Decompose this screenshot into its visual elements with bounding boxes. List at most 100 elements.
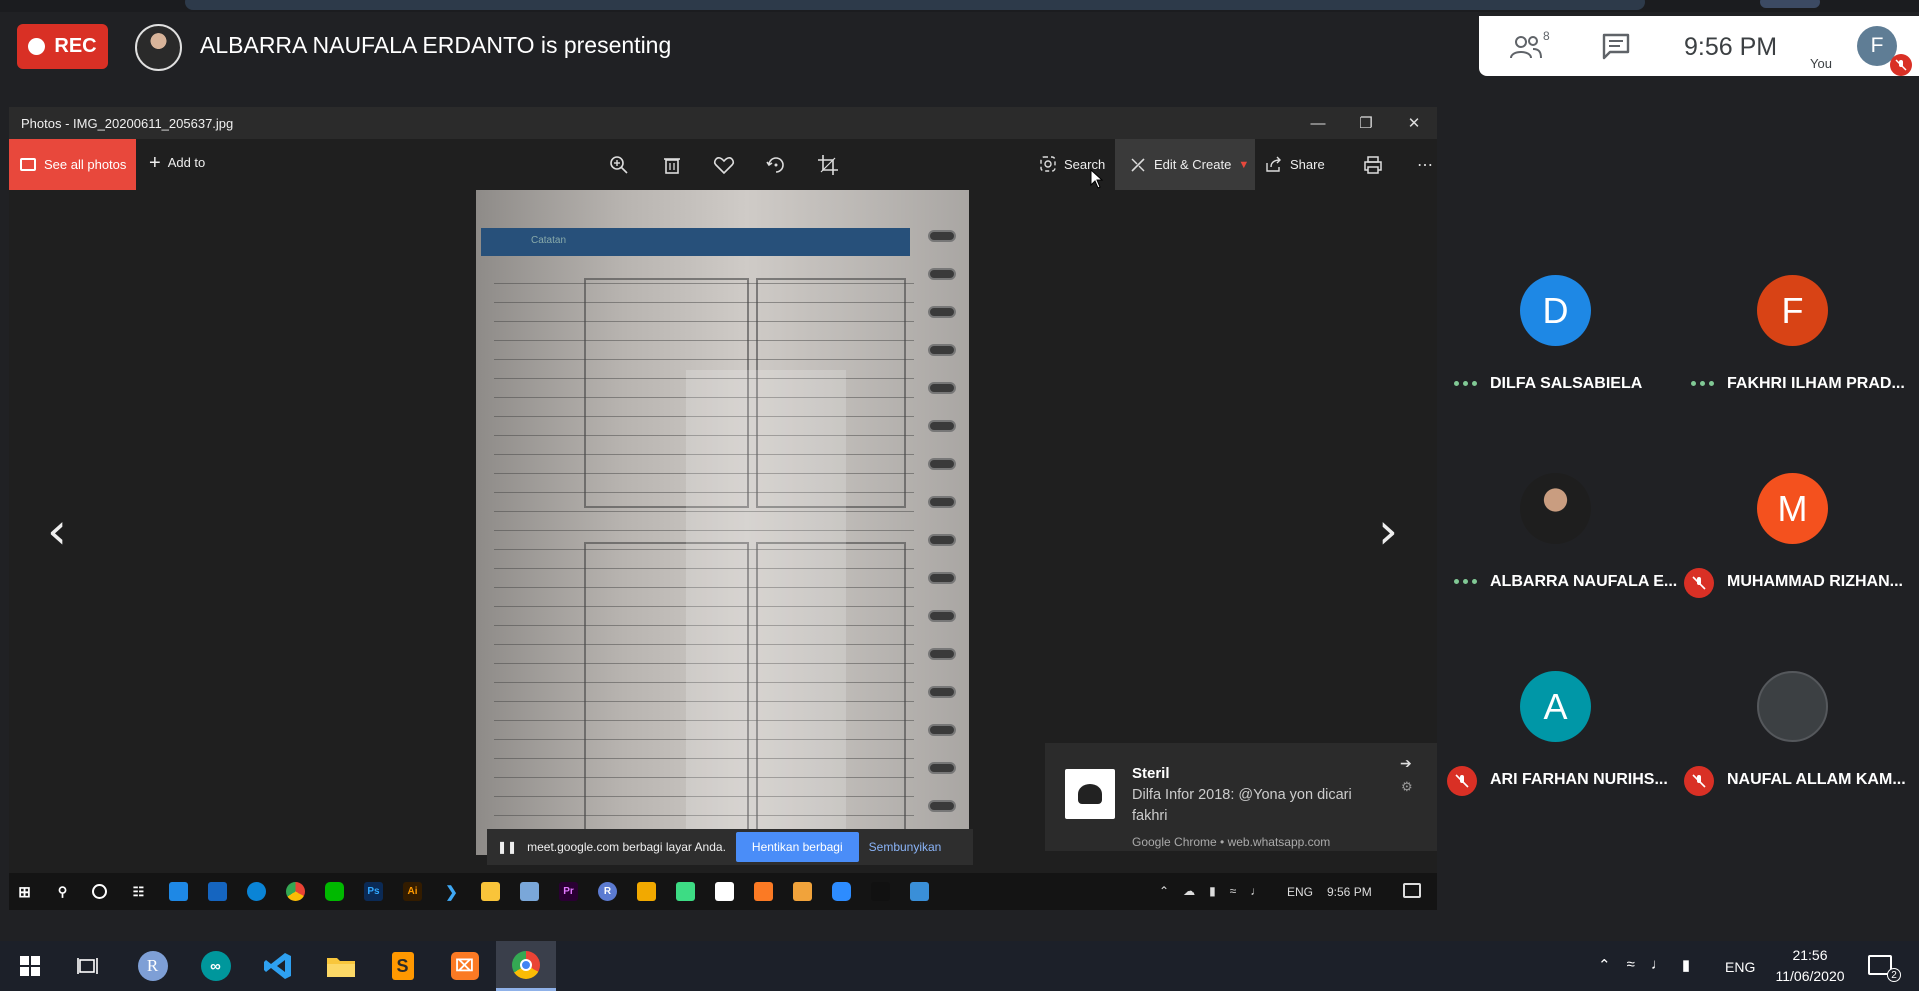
unity-app-icon[interactable] — [715, 882, 734, 901]
battery-icon[interactable]: ▮ — [1682, 956, 1690, 974]
illustrator-app-icon[interactable]: Ai — [403, 882, 422, 901]
minimize-icon[interactable]: — — [1298, 111, 1338, 135]
edge-app-icon[interactable] — [247, 882, 266, 901]
edit-icon — [1131, 157, 1145, 172]
windows-taskbar: R ∞ S ⌧ ⌃ ≈ ♩ ▮ ENG 21:56 11/06/2020 2 — [0, 941, 1919, 991]
windows-start-icon[interactable]: ⊞ — [15, 882, 34, 901]
participant-count: 8 — [1543, 29, 1550, 43]
r-app-button[interactable]: R — [125, 941, 180, 991]
mail-app-icon[interactable] — [169, 882, 188, 901]
sublime-app-button[interactable]: S — [375, 941, 430, 991]
notification-count-badge: 2 — [1887, 968, 1901, 982]
wifi-icon[interactable]: ≈ — [1627, 956, 1635, 974]
mic-off-icon — [1684, 568, 1714, 598]
cortana-icon[interactable] — [92, 884, 107, 899]
print-icon[interactable] — [1361, 153, 1385, 177]
zoom-app-icon[interactable] — [832, 882, 851, 901]
wifi-icon[interactable]: ≈ — [1230, 884, 1237, 898]
people-icon[interactable] — [1509, 34, 1543, 60]
sublime-logo-icon: S — [391, 952, 414, 980]
zoom-icon[interactable] — [607, 153, 631, 177]
crop-icon[interactable] — [816, 153, 840, 177]
more-options-icon[interactable]: ⋯ — [1413, 153, 1437, 177]
participant-tile[interactable]: F FAKHRI ILHAM PRAD... — [1676, 212, 1913, 410]
participant-tile[interactable]: NAUFAL ALLAM KAM... — [1676, 608, 1913, 806]
previous-photo-icon[interactable]: ‹ — [47, 502, 67, 560]
chat-icon[interactable] — [1601, 32, 1631, 60]
participant-initial: A — [1543, 685, 1568, 727]
language-indicator[interactable]: ENG — [1725, 959, 1755, 975]
line-app-icon[interactable] — [325, 882, 344, 901]
participant-name: MUHAMMAD RIZHAN... — [1727, 573, 1903, 590]
android-studio-icon[interactable] — [676, 882, 695, 901]
r-logo-icon: R — [137, 951, 168, 981]
volume-icon[interactable]: ♩ — [1250, 884, 1262, 898]
next-photo-icon[interactable]: › — [1378, 502, 1398, 560]
rotate-icon[interactable] — [764, 153, 788, 177]
rec-label: REC — [54, 35, 97, 57]
photos-app-icon[interactable] — [910, 882, 929, 901]
share-button[interactable]: Share — [1265, 155, 1325, 173]
tray-chevron-up-icon[interactable]: ⌃ — [1598, 956, 1611, 974]
stop-sharing-button[interactable]: Hentikan berbagi — [735, 832, 859, 862]
see-all-photos-button[interactable]: See all photos — [9, 139, 136, 190]
you-label: You — [1810, 56, 1832, 71]
gear-icon[interactable]: ⚙ — [1401, 779, 1413, 795]
inner-language[interactable]: ENG — [1287, 885, 1313, 899]
terminal-app-icon[interactable] — [871, 882, 890, 901]
delete-icon[interactable] — [660, 153, 684, 177]
vscode-app-icon[interactable]: ❯ — [442, 882, 461, 901]
speaking-indicator-icon — [1454, 579, 1477, 584]
task-view-icon[interactable]: ☷ — [129, 882, 148, 901]
inner-notification-icon[interactable] — [1403, 883, 1421, 898]
participant-avatar: M — [1757, 473, 1828, 544]
xampp-app-button[interactable]: ⌧ — [437, 941, 492, 991]
chrome-app-icon[interactable] — [286, 882, 305, 901]
record-dot-icon — [28, 38, 46, 55]
file-explorer-app-icon[interactable] — [481, 882, 500, 901]
xampp-app-icon[interactable] — [754, 882, 773, 901]
onedrive-icon[interactable]: ☁ — [1183, 884, 1195, 898]
arduino-app-button[interactable]: ∞ — [188, 941, 243, 991]
blender-app-icon[interactable] — [793, 882, 812, 901]
participant-tile[interactable]: M MUHAMMAD RIZHAN... — [1676, 410, 1913, 608]
r-app-icon[interactable]: R — [598, 882, 617, 901]
participant-tile[interactable]: ALBARRA NAUFALA E... — [1439, 410, 1678, 608]
premiere-app-icon[interactable]: Pr — [559, 882, 578, 901]
inner-clock[interactable]: 9:56 PM — [1327, 885, 1372, 899]
participant-tile[interactable]: D DILFA SALSABIELA — [1439, 212, 1676, 410]
see-all-label: See all photos — [44, 157, 127, 172]
self-mic-off-icon — [1890, 54, 1912, 76]
box-app-icon[interactable] — [520, 882, 539, 901]
task-view-button[interactable] — [61, 941, 116, 991]
notification-toast[interactable]: Steril Dilfa Infor 2018: @Yona yon dicar… — [1045, 743, 1437, 851]
screen-share-bar: ❚❚ meet.google.com berbagi layar Anda. H… — [487, 829, 973, 865]
hide-share-bar-button[interactable]: Sembunyikan — [869, 840, 942, 854]
inner-system-tray: ⌃ ☁ ▮ ≈ ♩ — [1159, 884, 1262, 898]
add-to-button[interactable]: + Add to — [149, 153, 206, 173]
store-app-icon[interactable] — [208, 882, 227, 901]
chrome-app-button[interactable] — [496, 941, 556, 991]
participant-tile[interactable]: A ARI FARHAN NURIHS... — [1439, 608, 1676, 806]
arrow-right-icon[interactable]: ➔ — [1400, 755, 1412, 772]
mic-off-icon — [1684, 766, 1714, 796]
sketchup-app-icon[interactable] — [637, 882, 656, 901]
vscode-app-button[interactable] — [250, 941, 305, 991]
search-icon[interactable]: ⚲ — [53, 882, 72, 901]
battery-icon[interactable]: ▮ — [1209, 884, 1216, 898]
volume-icon[interactable]: ♩ — [1651, 956, 1666, 974]
favorite-icon[interactable] — [712, 153, 736, 177]
taskbar-date[interactable]: 11/06/2020 — [1770, 968, 1850, 984]
photoshop-app-icon[interactable]: Ps — [364, 882, 383, 901]
tray-chevron-up-icon[interactable]: ⌃ — [1159, 884, 1169, 898]
browser-profile — [1760, 0, 1820, 8]
edit-create-button[interactable]: Edit & Create ▼ — [1115, 139, 1255, 190]
close-icon[interactable]: ✕ — [1394, 111, 1434, 135]
participant-avatar: D — [1520, 275, 1591, 346]
participant-name: ALBARRA NAUFALA E... — [1490, 573, 1678, 590]
add-to-label: Add to — [167, 155, 206, 170]
taskbar-time[interactable]: 21:56 — [1770, 947, 1850, 963]
restore-icon[interactable]: ❐ — [1346, 111, 1386, 135]
start-button[interactable] — [2, 941, 57, 991]
file-explorer-button[interactable] — [313, 941, 368, 991]
